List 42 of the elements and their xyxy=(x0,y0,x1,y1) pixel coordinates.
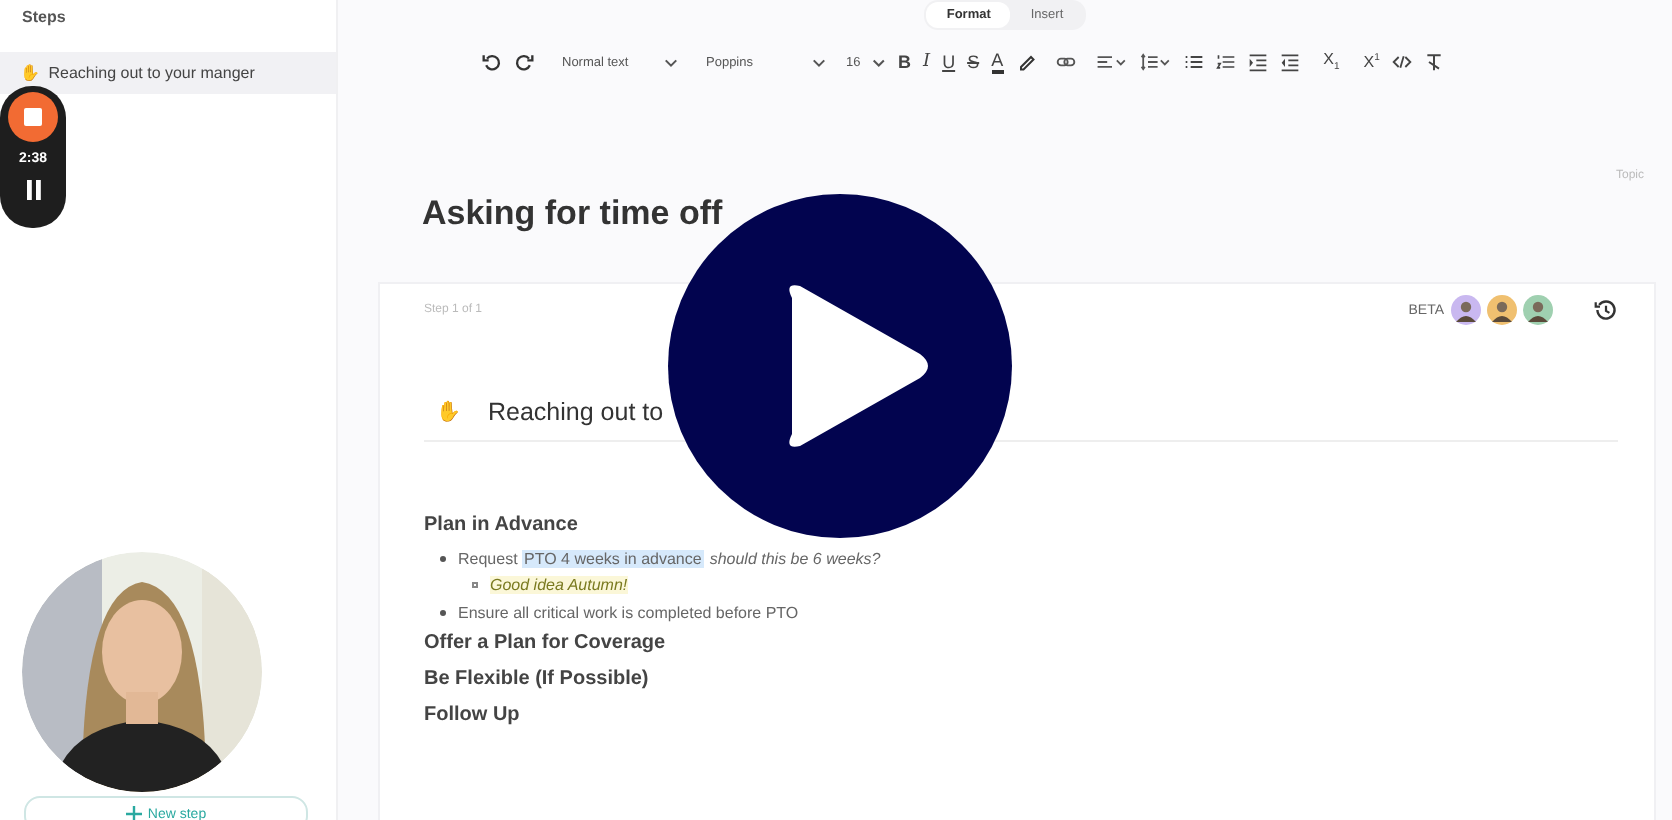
caret-icon xyxy=(664,57,678,67)
play-button[interactable] xyxy=(668,194,1012,538)
plus-icon xyxy=(125,806,142,820)
avatar-icon xyxy=(1450,294,1482,326)
undo-icon[interactable] xyxy=(482,52,502,72)
clear-format-icon[interactable] xyxy=(1423,52,1444,72)
step-title: Reaching out to xyxy=(488,398,664,426)
section-heading: Be Flexible (If Possible) xyxy=(424,668,651,690)
numbered-list-icon[interactable] xyxy=(1215,52,1236,72)
bullet-text: Request PTO 4 weeks in advance should this be 6 weeks? xyxy=(458,550,881,568)
strikethrough-button[interactable]: S xyxy=(967,53,980,71)
step-item[interactable]: ✋ Reaching out to your manger xyxy=(0,52,336,94)
hand-icon: ✋ xyxy=(436,400,460,424)
avatar-icon xyxy=(1522,294,1554,326)
outdent-icon[interactable] xyxy=(1279,52,1300,72)
redo-icon[interactable] xyxy=(514,52,534,72)
caret-icon xyxy=(872,57,886,67)
subscript-button[interactable]: X$_{1}$ xyxy=(1323,51,1340,73)
history-icon[interactable] xyxy=(1594,298,1618,322)
bullet-text: Ensure all critical work is completed before PTO xyxy=(458,604,799,622)
sidebar-title: Steps xyxy=(20,6,68,30)
bulleted-list-icon[interactable] xyxy=(1183,52,1204,72)
link-icon[interactable] xyxy=(1055,52,1076,72)
indent-icon[interactable] xyxy=(1247,52,1268,72)
bullet-text: Good idea Autumn! xyxy=(490,576,628,594)
underline-button[interactable]: U xyxy=(942,53,956,71)
text-color-button[interactable]: A xyxy=(991,51,1004,73)
highlighter-icon[interactable] xyxy=(1015,52,1036,72)
code-icon[interactable] xyxy=(1391,52,1412,72)
superscript-button[interactable]: X$^{1}$ xyxy=(1363,53,1380,71)
caret-icon xyxy=(812,57,826,67)
section-heading: Offer a Plan for Coverage xyxy=(424,632,668,654)
pause-icon[interactable] xyxy=(25,180,41,200)
section-heading: Follow Up xyxy=(424,704,522,726)
document-title: Asking for time off xyxy=(420,192,725,234)
section-heading: Plan in Advance xyxy=(424,514,580,536)
avatar-icon xyxy=(1486,294,1518,326)
line-spacing-icon[interactable] xyxy=(1139,52,1172,72)
align-icon[interactable] xyxy=(1095,52,1128,72)
italic-button[interactable]: I xyxy=(923,53,931,71)
stop-button[interactable] xyxy=(8,92,58,142)
bold-button[interactable]: B xyxy=(898,53,911,71)
